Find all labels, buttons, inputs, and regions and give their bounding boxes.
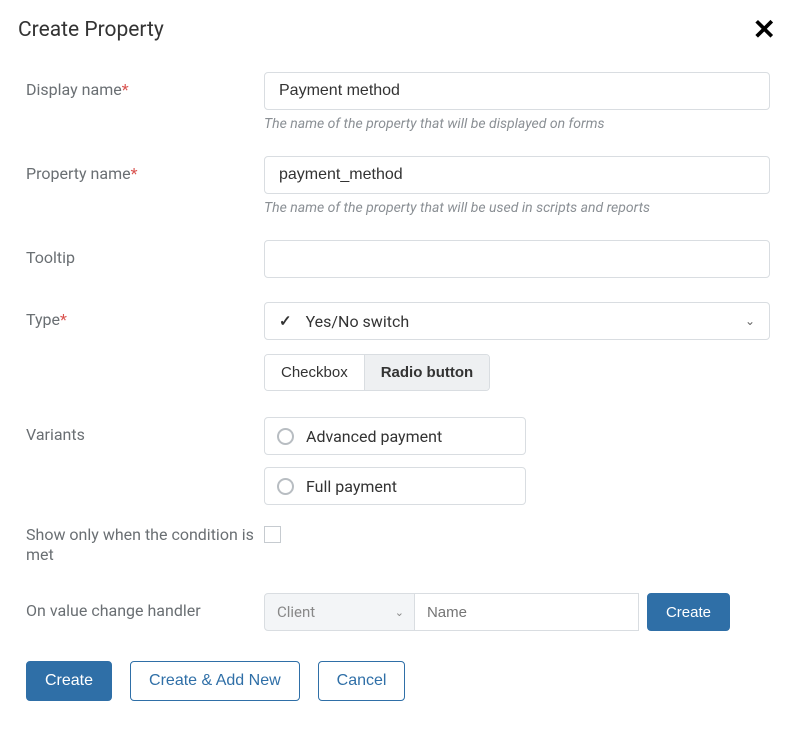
- handler-scope-select[interactable]: Client ⌄: [264, 593, 415, 631]
- create-button[interactable]: Create: [26, 661, 112, 701]
- label-condition: Show only when the condition is met: [26, 523, 264, 565]
- label-text: Variants: [26, 425, 85, 444]
- cancel-button[interactable]: Cancel: [318, 661, 406, 701]
- check-icon: ✓: [279, 312, 292, 330]
- label-type: Type*: [26, 302, 264, 330]
- required-marker: *: [60, 310, 67, 329]
- variant-label: Full payment: [306, 477, 397, 496]
- create-and-add-new-button[interactable]: Create & Add New: [130, 661, 300, 701]
- chevron-down-icon: ⌄: [745, 314, 755, 328]
- dialog-header: Create Property ✕: [18, 16, 782, 44]
- variant-item[interactable]: Full payment: [264, 467, 526, 505]
- field-type: ✓ Yes/No switch ⌄ Checkbox Radio button: [264, 302, 782, 397]
- row-tooltip: Tooltip: [26, 240, 782, 278]
- row-type: Type* ✓ Yes/No switch ⌄ Checkbox Radio b…: [26, 302, 782, 397]
- chevron-down-icon: ⌄: [395, 606, 404, 619]
- handler-scope-text: Client: [277, 603, 315, 621]
- display-style-segment: Checkbox Radio button: [264, 354, 490, 391]
- create-property-dialog: Create Property ✕ Display name* The name…: [0, 0, 800, 725]
- radio-icon: [277, 478, 294, 495]
- required-marker: *: [122, 80, 129, 99]
- radio-icon: [277, 428, 294, 445]
- label-display-name: Display name*: [26, 72, 264, 100]
- field-condition: [264, 523, 782, 543]
- label-variants: Variants: [26, 417, 264, 445]
- label-text: Type: [26, 310, 60, 329]
- label-text: Property name: [26, 164, 131, 183]
- handler-name-input[interactable]: [415, 593, 639, 631]
- field-handler: Client ⌄ Create: [264, 593, 782, 631]
- tooltip-input[interactable]: [264, 240, 770, 278]
- property-name-input[interactable]: [264, 156, 770, 194]
- row-property-name: Property name* The name of the property …: [26, 156, 782, 230]
- field-tooltip: [264, 240, 782, 278]
- row-handler: On value change handler Client ⌄ Create: [26, 593, 782, 631]
- field-variants: Advanced payment Full payment: [264, 417, 782, 505]
- segment-checkbox[interactable]: Checkbox: [265, 355, 364, 390]
- row-display-name: Display name* The name of the property t…: [26, 72, 782, 146]
- condition-checkbox[interactable]: [264, 526, 281, 543]
- type-select[interactable]: ✓ Yes/No switch ⌄: [264, 302, 770, 340]
- handler-controls: Client ⌄ Create: [264, 593, 730, 631]
- property-name-hint: The name of the property that will be us…: [264, 200, 782, 216]
- label-text: Show only when the condition is met: [26, 525, 254, 564]
- required-marker: *: [131, 164, 138, 183]
- handler-create-button[interactable]: Create: [647, 593, 730, 631]
- label-tooltip: Tooltip: [26, 240, 264, 268]
- label-text: Display name: [26, 80, 122, 99]
- dialog-title: Create Property: [18, 18, 164, 42]
- display-name-input[interactable]: [264, 72, 770, 110]
- dialog-footer: Create Create & Add New Cancel: [26, 661, 782, 701]
- row-condition: Show only when the condition is met: [26, 523, 782, 565]
- label-property-name: Property name*: [26, 156, 264, 184]
- label-text: On value change handler: [26, 601, 201, 620]
- field-display-name: The name of the property that will be di…: [264, 72, 782, 146]
- display-name-hint: The name of the property that will be di…: [264, 116, 782, 132]
- form-body: Display name* The name of the property t…: [18, 72, 782, 701]
- variant-item[interactable]: Advanced payment: [264, 417, 526, 455]
- label-text: Tooltip: [26, 248, 75, 267]
- type-selected-text: Yes/No switch: [306, 312, 745, 331]
- variant-label: Advanced payment: [306, 427, 442, 446]
- close-icon[interactable]: ✕: [747, 16, 782, 44]
- row-variants: Variants Advanced payment Full payment: [26, 417, 782, 505]
- segment-radio-button[interactable]: Radio button: [364, 355, 489, 390]
- field-property-name: The name of the property that will be us…: [264, 156, 782, 230]
- label-handler: On value change handler: [26, 593, 264, 621]
